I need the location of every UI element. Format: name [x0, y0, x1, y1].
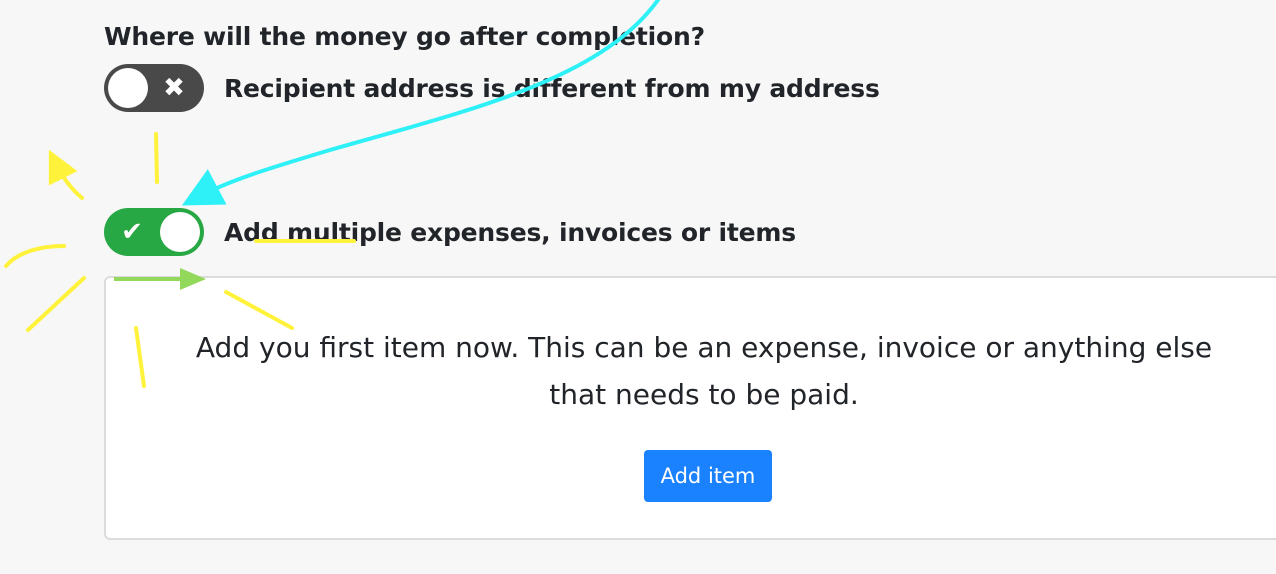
empty-items-message: Add you first item now. This can be an e… [106, 324, 1276, 418]
add-item-button[interactable]: Add item [644, 450, 772, 502]
recipient-address-toggle[interactable]: ✖ [104, 64, 204, 112]
recipient-address-toggle-row: ✖ Recipient address is different from my… [104, 64, 880, 112]
question-heading: Where will the money go after completion… [104, 22, 705, 51]
empty-items-message-line: Add you first item now. This can be an e… [195, 331, 1213, 364]
recipient-address-toggle-label: Recipient address is different from my a… [224, 73, 880, 103]
toggle-knob [160, 212, 200, 252]
check-icon: ✔ [121, 217, 143, 247]
multiple-items-toggle[interactable]: ✔ [104, 208, 204, 256]
empty-items-message-line: that needs to be paid. [549, 378, 859, 411]
close-icon: ✖ [163, 73, 185, 103]
items-card: Add you first item now. This can be an e… [104, 276, 1276, 540]
toggle-knob [108, 68, 148, 108]
multiple-items-toggle-row: ✔ Add multiple expenses, invoices or ite… [104, 208, 796, 256]
multiple-items-toggle-label: Add multiple expenses, invoices or items [224, 217, 796, 247]
